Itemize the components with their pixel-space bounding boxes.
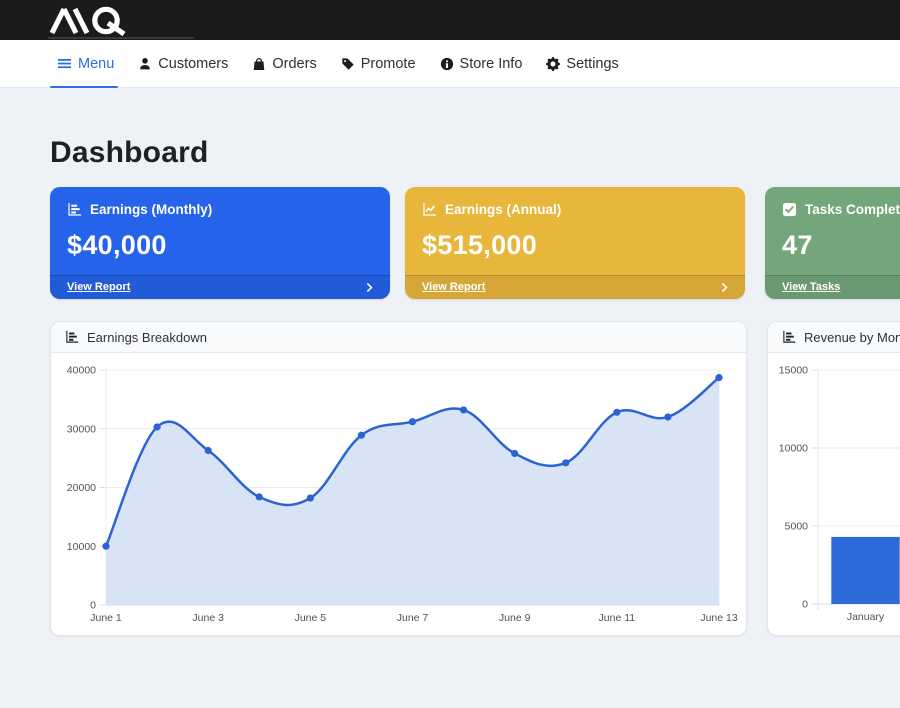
svg-text:10000: 10000	[779, 443, 808, 455]
svg-text:June 1: June 1	[90, 612, 122, 624]
svg-text:30000: 30000	[67, 423, 96, 435]
revenue-by-month-card: Revenue by Month 0 5000 10000 15000 January	[767, 321, 900, 636]
earnings-breakdown-chart: 0 10000 20000 30000 40000 June 1 June 3 June 5 J…	[51, 353, 746, 636]
chart-bar-icon	[782, 330, 796, 344]
chart-title: Earnings Breakdown	[87, 330, 207, 345]
person-icon	[138, 57, 152, 71]
svg-text:0: 0	[90, 600, 96, 612]
page-title: Dashboard	[50, 136, 900, 170]
svg-text:20000: 20000	[67, 482, 96, 494]
svg-text:June 13: June 13	[700, 612, 738, 624]
svg-text:10000: 10000	[67, 541, 96, 553]
gear-icon	[546, 57, 560, 71]
charts-row: Earnings Breakdown 0 10000 20000 30000 40000…	[50, 321, 900, 636]
svg-text:15000: 15000	[779, 365, 808, 377]
svg-text:June 3: June 3	[192, 612, 224, 624]
chart-bar-icon	[65, 330, 79, 344]
nav-label: Promote	[361, 56, 416, 72]
svg-text:40000: 40000	[67, 365, 96, 377]
chart-bar-icon	[67, 202, 82, 217]
nav-label: Menu	[78, 56, 114, 72]
main-nav: Menu Customers Orders Promote Store Info…	[0, 40, 900, 88]
chart-title: Revenue by Month	[804, 330, 900, 345]
nav-item-customers[interactable]: Customers	[138, 40, 228, 87]
earnings-breakdown-card: Earnings Breakdown 0 10000 20000 30000 40000…	[50, 321, 747, 636]
stat-card-label: Earnings (Monthly)	[90, 202, 212, 217]
nav-label: Customers	[158, 56, 228, 72]
info-icon	[440, 57, 454, 71]
revenue-by-month-chart: 0 5000 10000 15000 January	[768, 353, 900, 636]
view-report-link[interactable]: View Report	[422, 281, 485, 293]
svg-text:June 5: June 5	[295, 612, 327, 624]
nav-label: Orders	[272, 56, 316, 72]
svg-text:June 9: June 9	[499, 612, 531, 624]
chevron-right-icon[interactable]	[366, 282, 373, 293]
view-report-link[interactable]: View Report	[67, 281, 130, 293]
stat-card-value: 47	[782, 230, 900, 261]
svg-text:0: 0	[802, 599, 808, 611]
card-tasks-completed: Tasks Completed 47 View Tasks	[765, 187, 900, 299]
svg-text:June 7: June 7	[397, 612, 429, 624]
svg-text:June 11: June 11	[599, 612, 636, 624]
app-logo[interactable]	[48, 4, 156, 41]
check-square-icon	[782, 202, 797, 217]
nav-item-store-info[interactable]: Store Info	[440, 40, 523, 87]
chart-line-icon	[422, 202, 437, 217]
menu-icon	[57, 56, 72, 71]
stat-card-value: $40,000	[67, 230, 373, 261]
topbar	[0, 0, 900, 40]
nav-item-settings[interactable]: Settings	[546, 40, 618, 87]
stat-card-value: $515,000	[422, 230, 728, 261]
bag-icon	[252, 57, 266, 71]
chevron-right-icon[interactable]	[721, 282, 728, 293]
stat-card-label: Earnings (Annual)	[445, 202, 561, 217]
nav-item-menu[interactable]: Menu	[57, 40, 114, 87]
nav-item-promote[interactable]: Promote	[341, 40, 416, 87]
stat-card-label: Tasks Completed	[805, 202, 900, 217]
card-earnings-annual: Earnings (Annual) $515,000 View Report	[405, 187, 745, 299]
svg-text:5000: 5000	[785, 521, 809, 533]
svg-text:January: January	[847, 611, 885, 623]
nav-label: Settings	[566, 56, 618, 72]
logo-underline	[48, 37, 194, 39]
stat-cards-row: Earnings (Monthly) $40,000 View Report E…	[50, 187, 900, 299]
nav-item-orders[interactable]: Orders	[252, 40, 316, 87]
card-earnings-monthly: Earnings (Monthly) $40,000 View Report	[50, 187, 390, 299]
tag-icon	[341, 57, 355, 71]
nav-label: Store Info	[460, 56, 523, 72]
view-tasks-link[interactable]: View Tasks	[782, 281, 840, 293]
